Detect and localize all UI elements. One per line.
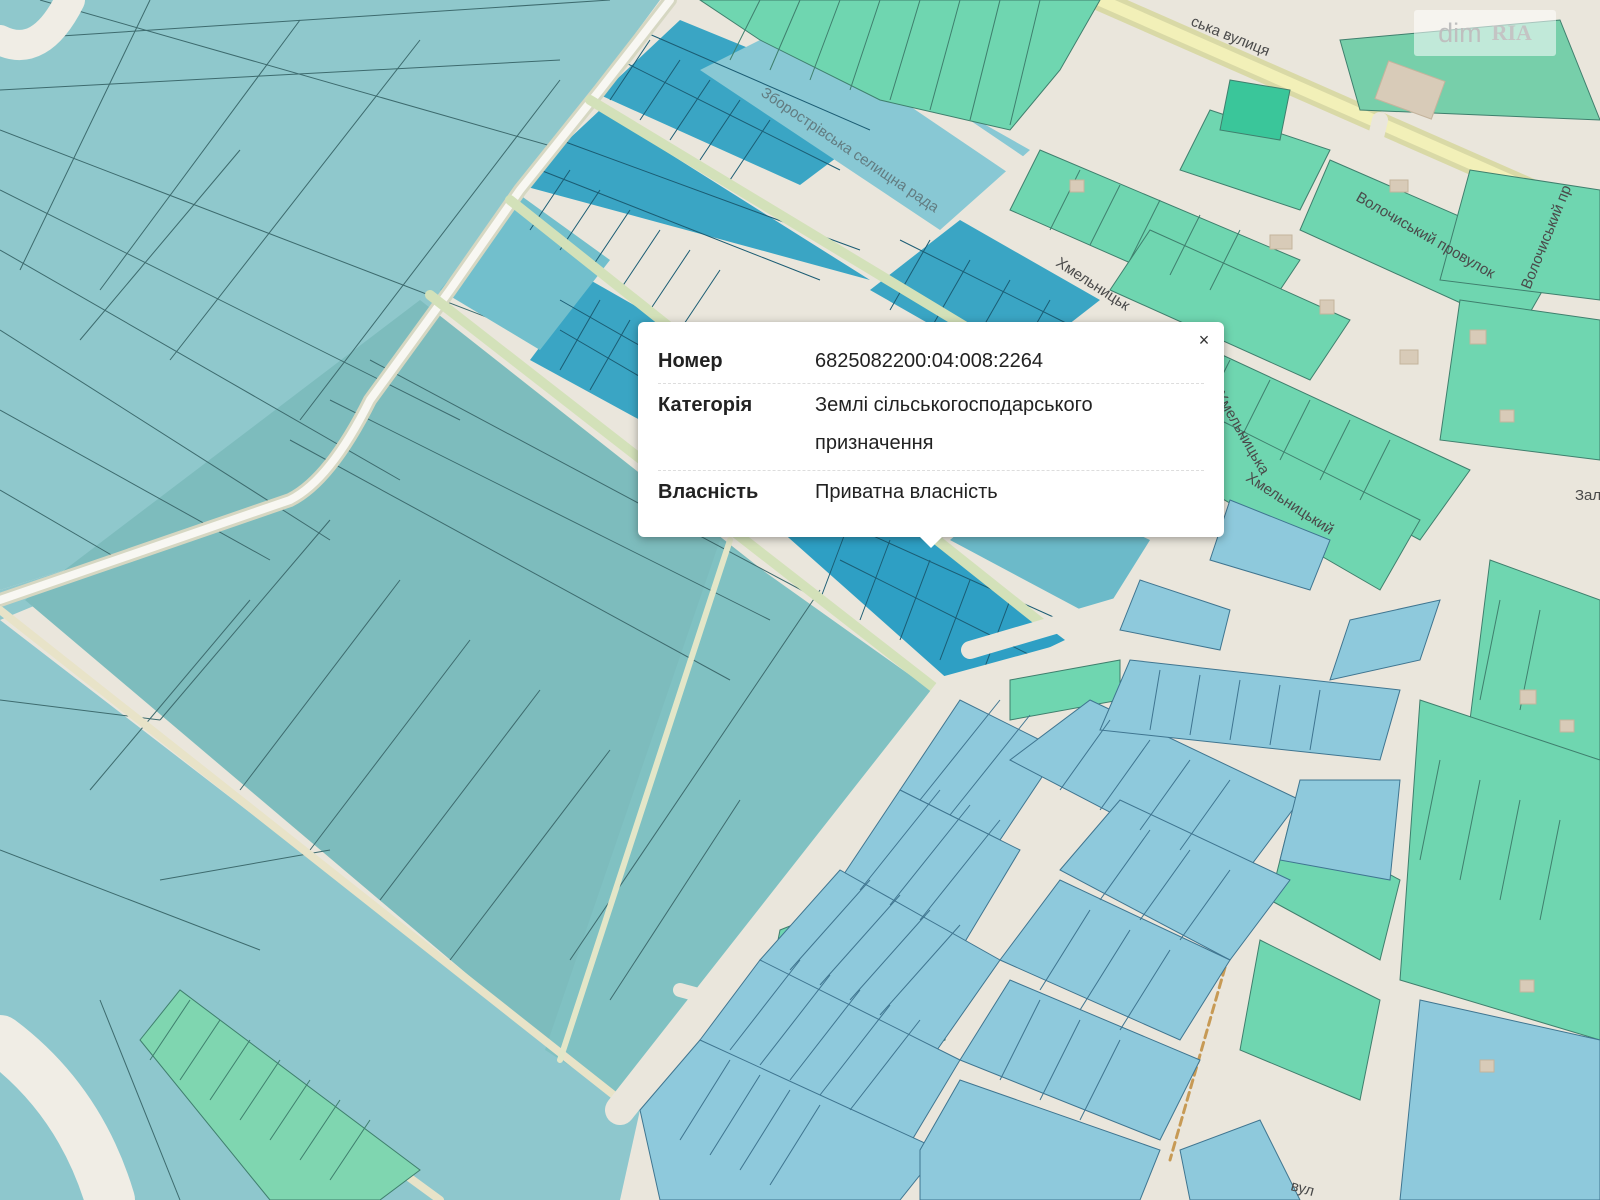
parcel-number-label: Номер xyxy=(658,350,723,372)
street-label: Зал xyxy=(1575,487,1600,504)
dimria-watermark: dim RIA xyxy=(1414,10,1556,56)
parcel-ownership-row: Власність Приватна власність xyxy=(658,473,1204,514)
parcel-category-row: Категорія Землі сільськогосподарського п… xyxy=(658,386,1204,471)
parcel-category-value: Землі сільськогосподарського призначення xyxy=(815,386,1205,462)
parcel-ownership-value: Приватна власність xyxy=(815,481,998,503)
parcel-number-value: 6825082200:04:008:2264 xyxy=(815,350,1044,372)
parcel-category-label: Категорія xyxy=(658,394,753,416)
parcel-category-value-line: призначення xyxy=(815,432,934,454)
watermark-ria-logo: RIA xyxy=(1491,20,1532,45)
parcel-number-row: Номер 6825082200:04:008:2264 xyxy=(658,342,1204,384)
popup-pointer xyxy=(918,535,944,548)
parcel-ownership-label: Власність xyxy=(658,481,759,503)
cadastral-map[interactable]: ська вулиця Зборострівська селищна рада … xyxy=(0,0,1600,1200)
parcel-category-value-line: Землі сільськогосподарського xyxy=(815,394,1093,416)
watermark-dim-text: dim xyxy=(1438,17,1482,48)
parcel-info-popup: × Номер 6825082200:04:008:2264 Категорія… xyxy=(638,322,1224,537)
